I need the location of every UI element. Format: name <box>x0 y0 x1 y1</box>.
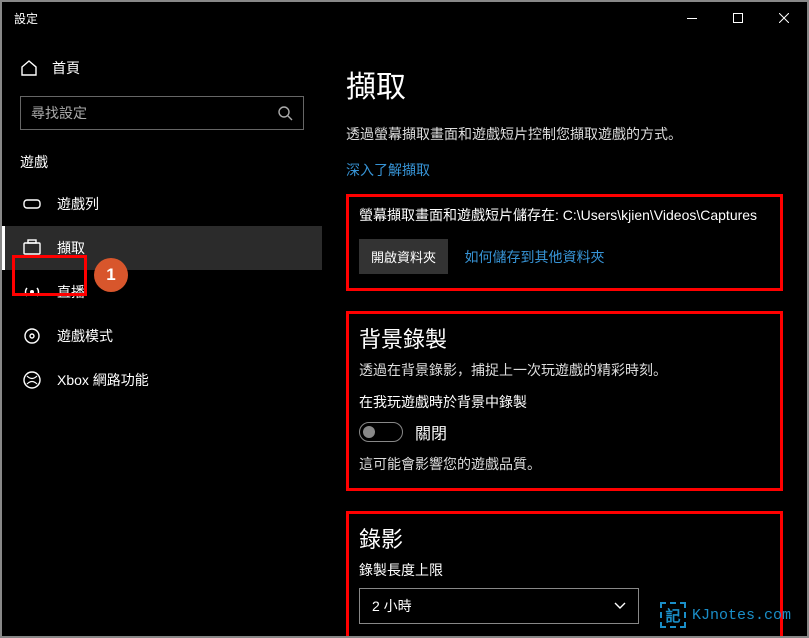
captures-icon <box>23 239 41 257</box>
titlebar: 設定 <box>2 2 807 34</box>
background-recording-section: 背景錄製 透過在背景錄影，捕捉上一次玩遊戲的精彩時刻。 在我玩遊戲時於背景中錄製… <box>346 311 783 491</box>
sidebar-item-label: 擷取 <box>57 238 85 258</box>
sidebar-item-label: 直播 <box>57 282 85 302</box>
gamebar-icon <box>23 195 41 213</box>
gamemode-icon <box>23 327 41 345</box>
rec-limit-value: 2 小時 <box>372 596 614 616</box>
home-label: 首頁 <box>52 58 80 78</box>
sidebar-item-label: 遊戲列 <box>57 194 99 214</box>
learn-more-link[interactable]: 深入了解擷取 <box>346 162 430 178</box>
close-button[interactable] <box>761 2 807 34</box>
bg-title: 背景錄製 <box>359 322 770 354</box>
sidebar-item-gamemode[interactable]: 遊戲模式 <box>2 314 322 358</box>
content-area: 擷取 透過螢幕擷取畫面和遊戲短片控制您擷取遊戲的方式。 深入了解擷取 螢幕擷取畫… <box>322 34 807 636</box>
watermark-icon: 記 <box>660 602 686 628</box>
watermark: 記 KJnotes.com <box>660 602 791 628</box>
sidebar-item-label: 遊戲模式 <box>57 326 113 346</box>
annotation-badge: 1 <box>94 258 128 292</box>
category-label: 遊戲 <box>2 146 322 182</box>
open-folder-button[interactable]: 開啟資料夾 <box>359 239 448 274</box>
sidebar-item-gamebar[interactable]: 遊戲列 <box>2 182 322 226</box>
home-icon <box>20 59 38 77</box>
sidebar-item-broadcast[interactable]: 直播 <box>2 270 322 314</box>
watermark-text: KJnotes.com <box>692 607 791 624</box>
bg-toggle-label: 在我玩遊戲時於背景中錄製 <box>359 392 770 412</box>
xbox-icon <box>23 371 41 389</box>
rec-title: 錄影 <box>359 522 770 554</box>
save-location-section: 螢幕擷取畫面和遊戲短片儲存在: C:\Users\kjien\Videos\Ca… <box>346 194 783 291</box>
sidebar-item-captures[interactable]: 擷取 <box>2 226 322 270</box>
home-link[interactable]: 首頁 <box>2 48 322 88</box>
save-location-text: 螢幕擷取畫面和遊戲短片儲存在: C:\Users\kjien\Videos\Ca… <box>359 205 770 225</box>
search-input[interactable]: 尋找設定 <box>20 96 304 130</box>
save-elsewhere-link[interactable]: 如何儲存到其他資料夾 <box>464 249 604 265</box>
sidebar-item-label: Xbox 網路功能 <box>57 370 149 390</box>
window-title: 設定 <box>14 10 669 27</box>
chevron-down-icon <box>614 602 626 610</box>
bg-record-toggle[interactable] <box>359 422 403 442</box>
bg-desc: 透過在背景錄影，捕捉上一次玩遊戲的精彩時刻。 <box>359 360 770 380</box>
rec-limit-label: 錄製長度上限 <box>359 560 770 580</box>
search-placeholder: 尋找設定 <box>31 103 277 123</box>
broadcast-icon <box>23 283 41 301</box>
search-icon <box>277 105 293 121</box>
toggle-knob <box>363 426 375 438</box>
maximize-button[interactable] <box>715 2 761 34</box>
bg-toggle-state: 關閉 <box>415 420 447 444</box>
minimize-button[interactable] <box>669 2 715 34</box>
sidebar-item-xbox[interactable]: Xbox 網路功能 <box>2 358 322 402</box>
rec-limit-dropdown[interactable]: 2 小時 <box>359 588 639 624</box>
page-description: 透過螢幕擷取畫面和遊戲短片控制您擷取遊戲的方式。 <box>346 124 783 144</box>
maximize-icon <box>733 13 743 23</box>
page-title: 擷取 <box>346 62 783 106</box>
bg-note: 這可能會影響您的遊戲品質。 <box>359 454 770 474</box>
sidebar: 首頁 尋找設定 遊戲 遊戲列 擷取 直播 遊戲模式 <box>2 34 322 636</box>
minimize-icon <box>687 18 697 19</box>
close-icon <box>779 13 789 23</box>
